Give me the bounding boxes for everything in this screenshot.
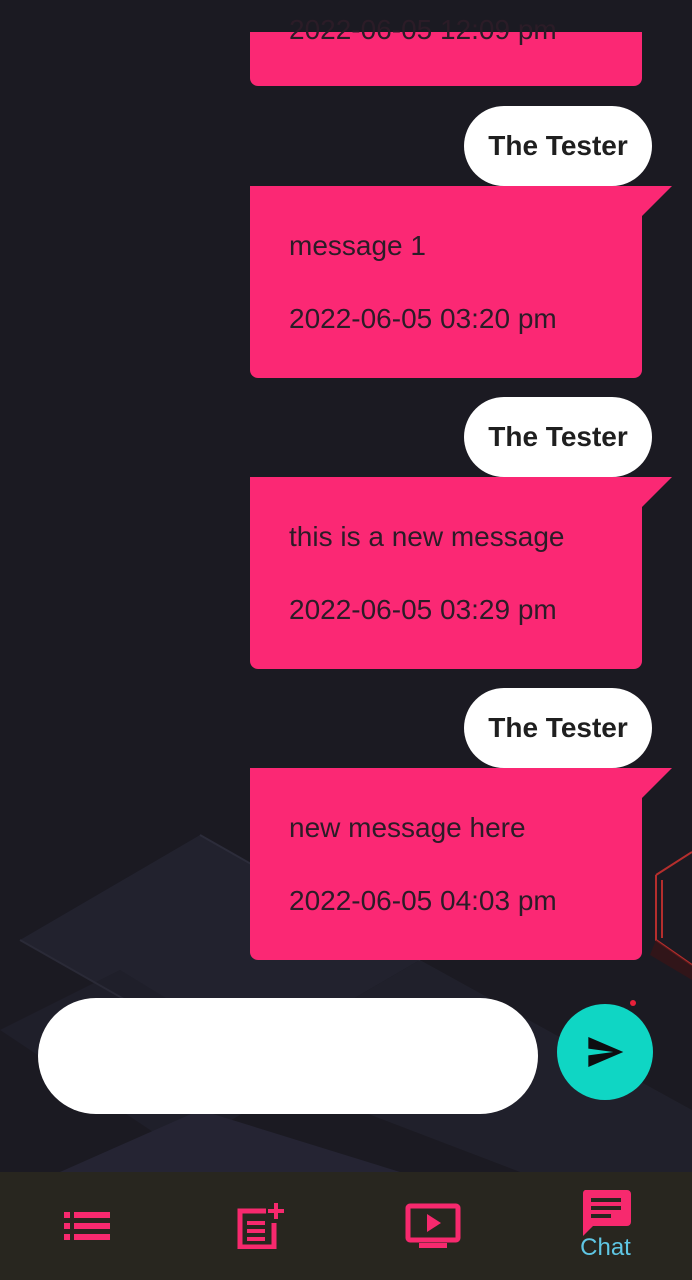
send-button[interactable]: [557, 1004, 653, 1100]
message-list[interactable]: 2022-06-05 12:09 pm The Tester message 1…: [0, 0, 692, 990]
message-bubble: 2022-06-05 12:09 pm: [250, 14, 642, 86]
author-name: The Tester: [488, 421, 628, 452]
message-composer: [0, 998, 692, 1114]
message-bubble: new message here 2022-06-05 04:03 pm: [250, 768, 672, 960]
message-text: new message here: [289, 812, 526, 843]
author-name: The Tester: [488, 130, 628, 161]
message-text: message 1: [289, 230, 426, 261]
message-text: this is a new message: [289, 521, 565, 552]
chat-icon: [582, 1190, 631, 1236]
message-bubble: message 1 2022-06-05 03:20 pm: [250, 186, 672, 378]
author-name-pill: The Tester: [464, 397, 652, 477]
message-timestamp: 2022-06-05 12:09 pm: [289, 14, 557, 45]
bottom-navigation: Chat: [0, 1172, 692, 1280]
message-timestamp: 2022-06-05 03:20 pm: [289, 303, 557, 334]
nav-item-list[interactable]: [0, 1172, 173, 1280]
message-input[interactable]: [38, 998, 538, 1114]
author-name-pill: The Tester: [464, 106, 652, 186]
list-icon: [63, 1212, 110, 1240]
nav-item-post-add[interactable]: [173, 1172, 346, 1280]
live-tv-icon: [405, 1203, 460, 1248]
author-name: The Tester: [488, 712, 628, 743]
chat-screen: 2022-06-05 12:09 pm The Tester message 1…: [0, 0, 692, 1280]
message-timestamp: 2022-06-05 03:29 pm: [289, 594, 557, 625]
message-bubble: this is a new message 2022-06-05 03:29 p…: [250, 477, 672, 669]
bubble-tail: [642, 768, 672, 798]
nav-item-chat[interactable]: Chat: [519, 1172, 692, 1280]
nav-item-live-tv[interactable]: [346, 1172, 519, 1280]
author-name-pill: The Tester: [464, 688, 652, 768]
bubble-tail: [642, 186, 672, 216]
bubble-tail: [642, 477, 672, 507]
message-timestamp: 2022-06-05 04:03 pm: [289, 885, 557, 916]
send-icon: [588, 1037, 624, 1067]
nav-label-chat: Chat: [580, 1234, 631, 1261]
post-add-icon: [237, 1203, 284, 1249]
